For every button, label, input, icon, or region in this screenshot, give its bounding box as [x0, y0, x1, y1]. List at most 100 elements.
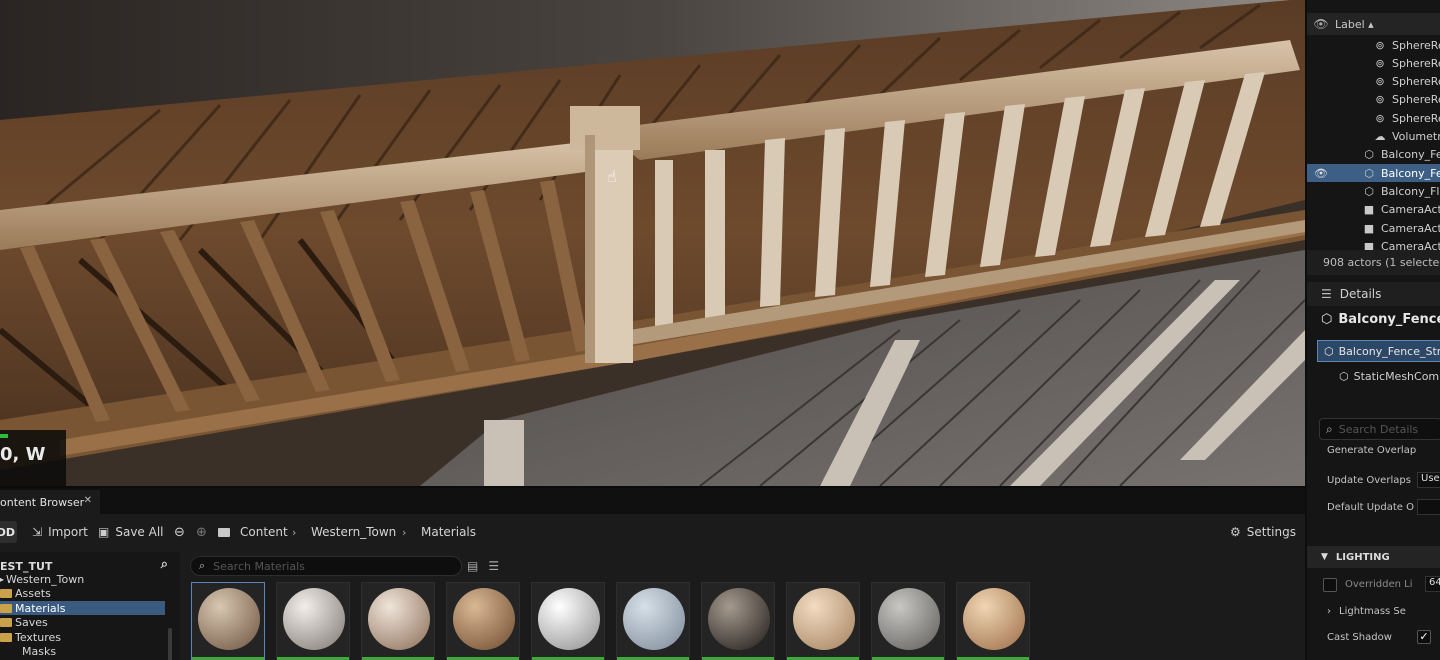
add-button[interactable]: DD [0, 521, 17, 543]
outliner-row[interactable]: 👁 ⬡ Balcony_Fe [1307, 164, 1440, 183]
default-update-dropdown[interactable] [1417, 499, 1440, 515]
prop-label: Update Overlaps [1327, 474, 1411, 486]
breadcrumb-item-western-town[interactable]: Western_Town [311, 516, 396, 548]
volumetric-cloud-icon: ☁ [1374, 130, 1386, 143]
outliner-row-label: Volumetr [1392, 130, 1440, 143]
material-thumb-10[interactable] [956, 582, 1030, 660]
outliner-row[interactable]: ☁ Volumetr [1307, 128, 1440, 146]
outliner-row[interactable]: ⊚ SphereRe [1307, 73, 1440, 91]
prop-label: Default Update O [1327, 501, 1414, 513]
details-tab-label: Details [1339, 287, 1382, 301]
material-thumb-1[interactable] [191, 582, 265, 660]
tree-item[interactable]: ▸ Western_Town [0, 572, 84, 586]
prop-default-update: Default Update O [1307, 495, 1440, 519]
prop-lightmass[interactable]: › Lightmass Se [1307, 599, 1440, 623]
material-thumb-3[interactable] [361, 582, 435, 660]
component-child-name: StaticMeshCom [1353, 370, 1440, 383]
import-label: Import [48, 525, 88, 539]
outliner-row[interactable]: ⊚ SphereRe [1307, 36, 1440, 54]
history-back-button[interactable]: ⊖ [174, 516, 185, 548]
outliner-row[interactable]: ⊚ SphereRe [1307, 109, 1440, 127]
outliner-row-label: Balcony_Fe [1381, 148, 1440, 162]
overridden-value[interactable]: 64 [1425, 576, 1440, 592]
material-preview-sphere [963, 588, 1025, 650]
viewport-scene [0, 0, 1305, 486]
viewport-status-overlay: 0, W [0, 430, 66, 486]
material-thumb-9[interactable] [871, 582, 945, 660]
material-thumb-4[interactable] [446, 582, 520, 660]
content-browser-tabbar: ontent Browser ✕ [0, 488, 1305, 514]
outliner-row[interactable]: ⊚ SphereRe [1307, 91, 1440, 109]
details-search-input[interactable]: ⌕ Search Details [1319, 418, 1440, 440]
tree-item[interactable]: Textures [0, 630, 61, 644]
outliner-row[interactable]: ⬡ Balcony_Fe [1307, 146, 1440, 164]
level-viewport[interactable]: 0, W ☝ [0, 0, 1305, 486]
import-button[interactable]: ⇲ Import [32, 516, 88, 548]
details-tab[interactable]: ☰ Details [1307, 282, 1440, 306]
breadcrumb-separator[interactable]: › [292, 516, 296, 548]
tree-scrollbar[interactable] [168, 628, 172, 660]
breadcrumb-separator[interactable]: › [402, 516, 406, 548]
component-row-selected[interactable]: ⬡ Balcony_Fence_Str [1317, 340, 1440, 362]
material-preview-sphere [708, 588, 770, 650]
material-thumb-2[interactable] [276, 582, 350, 660]
outliner-row-label: CameraAct [1381, 221, 1440, 235]
outliner-row-label: SphereRe [1392, 38, 1440, 52]
tree-item-label: Western_Town [6, 572, 85, 586]
material-thumb-6[interactable] [616, 582, 690, 660]
chevron-down-icon: ▼ [1321, 552, 1328, 562]
material-thumb-5[interactable] [531, 582, 605, 660]
filter-icon[interactable]: ☰ [488, 559, 499, 573]
tree-item[interactable]: Masks [22, 644, 56, 658]
material-thumb-8[interactable] [786, 582, 860, 660]
content-browser-tab-label: ontent Browser [0, 495, 85, 509]
save-all-button[interactable]: ▣ Save All [98, 516, 164, 548]
outliner-actor-count: 908 actors (1 selected) [1307, 250, 1440, 275]
outliner-column-header[interactable]: 👁 Label ▴ [1307, 13, 1440, 35]
label-column-header[interactable]: Label ▴ [1335, 18, 1374, 31]
static-mesh-icon: ⬡ [1364, 184, 1374, 198]
component-row-child[interactable]: ⬡ StaticMeshCom [1339, 370, 1439, 383]
content-browser-tab[interactable]: ontent Browser ✕ [0, 490, 100, 514]
outliner-row-label: SphereRe [1392, 111, 1440, 125]
material-preview-sphere [283, 588, 345, 650]
material-preview-sphere [793, 588, 855, 650]
breadcrumb-item-materials[interactable]: Materials [421, 516, 476, 548]
close-icon[interactable]: ✕ [84, 495, 92, 506]
tree-item[interactable]: Saves [0, 615, 48, 629]
camera-icon: ■ [1363, 221, 1375, 235]
prop-label: Lightmass Se [1339, 605, 1406, 617]
folder-icon [0, 588, 12, 598]
asset-search-input[interactable]: ⌕ Search Materials [190, 556, 462, 576]
tree-item[interactable]: Materials [0, 601, 165, 615]
outliner-row[interactable]: ■ CameraAct [1307, 201, 1440, 219]
asset-search-placeholder: Search Materials [213, 559, 305, 573]
static-mesh-icon: ⬡ [1364, 166, 1374, 180]
material-thumb-7[interactable] [701, 582, 775, 660]
gear-icon: ⚙ [1230, 525, 1241, 539]
hand-cursor-icon: ☝ [607, 167, 617, 186]
breadcrumb-folder[interactable] [218, 516, 233, 548]
tree-item-label: Materials [15, 601, 66, 615]
cast-shadow-checkbox[interactable]: ✓ [1417, 630, 1431, 644]
breadcrumb-item-content[interactable]: Content [240, 516, 288, 548]
tree-item-label: Assets [15, 586, 51, 600]
world-outliner: 👁 Label ▴ ⊚ SphereRe ⊚ SphereRe ⊚ SphereRe ⊚ Sp… [1305, 0, 1440, 280]
settings-button[interactable]: ⚙ Settings [1230, 516, 1296, 548]
section-lighting[interactable]: ▼ LIGHTING [1307, 546, 1440, 568]
save-search-icon[interactable]: ▤ [467, 559, 478, 573]
update-overlaps-dropdown[interactable]: Use [1417, 472, 1440, 488]
tree-item[interactable]: Assets [0, 586, 51, 600]
visibility-column-icon[interactable]: 👁 [1307, 17, 1335, 31]
static-mesh-icon: ⬡ [1324, 344, 1334, 358]
expand-arrow-icon[interactable]: ▸ [0, 575, 4, 584]
outliner-row-label: CameraAct [1381, 203, 1440, 217]
outliner-row[interactable]: ■ CameraAct [1307, 219, 1440, 237]
outliner-row[interactable]: ⊚ SphereRe [1307, 54, 1440, 72]
visibility-toggle-icon[interactable]: 👁 [1307, 167, 1335, 180]
history-forward-button[interactable]: ⊕ [196, 516, 207, 548]
search-icon[interactable]: ⌕ [161, 557, 168, 572]
outliner-row[interactable]: ⬡ Balcony_Fl [1307, 182, 1440, 200]
save-all-label: Save All [115, 525, 164, 539]
viewport-status-text: 0, W [0, 444, 46, 465]
